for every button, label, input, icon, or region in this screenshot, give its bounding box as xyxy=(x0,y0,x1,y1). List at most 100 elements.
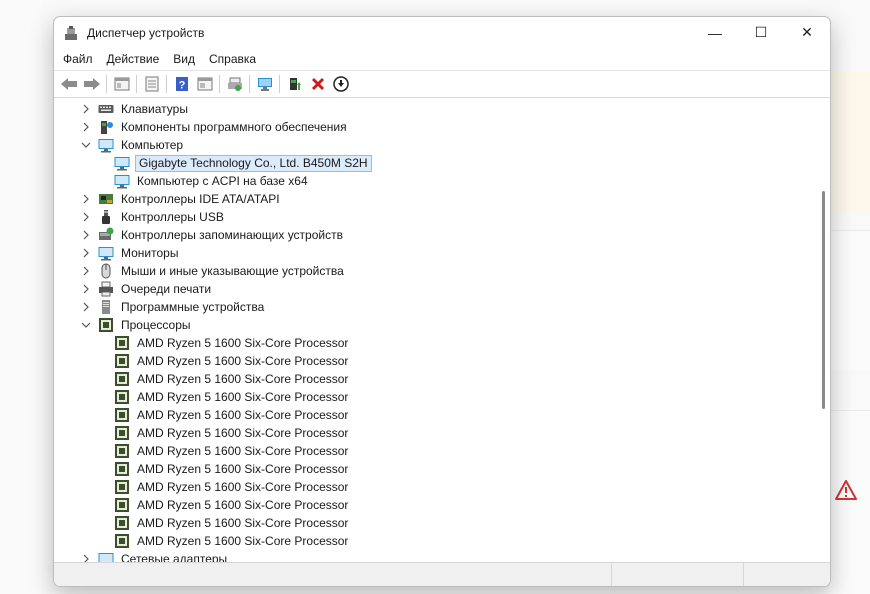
tree-category[interactable]: Мыши и иные указывающие устройства xyxy=(80,262,346,280)
tree-category[interactable]: Контроллеры запоминающих устройств xyxy=(80,226,345,244)
background-card xyxy=(828,230,870,370)
maximize-button[interactable]: ☐ xyxy=(738,17,784,48)
tree-category[interactable]: Контроллеры USB xyxy=(80,208,226,226)
tree-category[interactable]: Контроллеры IDE ATA/ATAPI xyxy=(80,190,282,208)
tree-category[interactable]: Компьютер xyxy=(80,136,185,154)
tree-item-label: AMD Ryzen 5 1600 Six-Core Processor xyxy=(137,372,349,386)
tree-item-label: Gigabyte Technology Co., Ltd. B450M S2H xyxy=(135,154,372,172)
chevron-right-icon[interactable] xyxy=(80,121,92,133)
scan-hardware-button[interactable] xyxy=(253,73,276,95)
view-icon xyxy=(197,77,212,91)
back-arrow-icon xyxy=(60,78,77,90)
print-icon xyxy=(227,77,242,91)
tree-device[interactable]: AMD Ryzen 5 1600 Six-Core Processor xyxy=(114,478,350,496)
processor-icon xyxy=(114,407,130,423)
tree-item-label: AMD Ryzen 5 1600 Six-Core Processor xyxy=(137,498,349,512)
tree-item-label: AMD Ryzen 5 1600 Six-Core Processor xyxy=(137,426,349,440)
tree-device[interactable]: AMD Ryzen 5 1600 Six-Core Processor xyxy=(114,370,350,388)
processor-icon xyxy=(114,389,130,405)
monitor-icon xyxy=(114,173,130,189)
tree-device[interactable]: AMD Ryzen 5 1600 Six-Core Processor xyxy=(114,406,350,424)
tree-device[interactable]: AMD Ryzen 5 1600 Six-Core Processor xyxy=(114,424,350,442)
status-cell xyxy=(54,563,612,586)
chevron-down-icon[interactable] xyxy=(80,319,92,331)
device-tree[interactable]: Клавиатуры Компоненты программного обеспе… xyxy=(54,99,816,564)
tree-device[interactable]: AMD Ryzen 5 1600 Six-Core Processor xyxy=(114,532,350,550)
device-manager-window: Диспетчер устройств — ☐ ✕ Файл Действие … xyxy=(53,16,831,587)
software-device-icon xyxy=(98,299,114,315)
tree-device[interactable]: AMD Ryzen 5 1600 Six-Core Processor xyxy=(114,460,350,478)
menu-bar: Файл Действие Вид Справка xyxy=(54,48,830,70)
svg-text:?: ? xyxy=(178,80,185,92)
device-manager-icon xyxy=(65,25,77,40)
disable-device-button[interactable] xyxy=(329,73,352,95)
processor-icon xyxy=(114,479,130,495)
tree-category[interactable]: Клавиатуры xyxy=(80,100,190,118)
tree-device[interactable]: AMD Ryzen 5 1600 Six-Core Processor xyxy=(114,334,350,352)
help-button[interactable]: ? xyxy=(170,73,193,95)
back-button[interactable] xyxy=(57,73,80,95)
chevron-right-icon[interactable] xyxy=(80,283,92,295)
tree-category[interactable]: Процессоры xyxy=(80,316,193,334)
keyboard-icon xyxy=(98,101,114,117)
tree-category[interactable]: Очереди печати xyxy=(80,280,213,298)
tree-item-label: Мониторы xyxy=(121,246,179,260)
software-component-icon xyxy=(98,119,114,135)
status-bar xyxy=(54,562,830,586)
tree-category[interactable]: Мониторы xyxy=(80,244,180,262)
title-bar[interactable]: Диспетчер устройств — ☐ ✕ xyxy=(54,17,830,48)
menu-help[interactable]: Справка xyxy=(202,48,263,70)
driver-details-button[interactable] xyxy=(140,73,163,95)
vertical-scrollbar[interactable] xyxy=(816,99,830,564)
minimize-button[interactable]: — xyxy=(692,17,738,48)
toolbar-separator xyxy=(279,75,280,93)
menu-action[interactable]: Действие xyxy=(100,48,167,70)
uninstall-device-button[interactable] xyxy=(306,73,329,95)
tree-item-label: Клавиатуры xyxy=(121,102,188,116)
background-card xyxy=(828,72,870,212)
chevron-right-icon[interactable] xyxy=(80,193,92,205)
forward-button[interactable] xyxy=(80,73,103,95)
chevron-right-icon[interactable] xyxy=(80,103,92,115)
chevron-right-icon[interactable] xyxy=(80,229,92,241)
print-button[interactable] xyxy=(223,73,246,95)
processor-icon xyxy=(114,425,130,441)
tree-item-label: Контроллеры USB xyxy=(121,210,224,224)
scan-hardware-icon xyxy=(257,78,272,91)
status-cell xyxy=(612,563,744,586)
tree-device[interactable]: AMD Ryzen 5 1600 Six-Core Processor xyxy=(114,442,350,460)
update-driver-button[interactable] xyxy=(283,73,306,95)
tree-device[interactable]: AMD Ryzen 5 1600 Six-Core Processor xyxy=(114,496,350,514)
tree-item-label: AMD Ryzen 5 1600 Six-Core Processor xyxy=(137,462,349,476)
menu-file[interactable]: Файл xyxy=(56,48,100,70)
tree-device[interactable]: AMD Ryzen 5 1600 Six-Core Processor xyxy=(114,388,350,406)
toolbar: ? xyxy=(54,70,830,98)
tree-device[interactable]: Компьютер с ACPI на базе x64 xyxy=(114,172,310,190)
properties-button[interactable] xyxy=(110,73,133,95)
processor-icon xyxy=(114,461,130,477)
driver-details-icon xyxy=(145,76,158,92)
close-button[interactable]: ✕ xyxy=(784,17,830,48)
tree-device[interactable]: AMD Ryzen 5 1600 Six-Core Processor xyxy=(114,514,350,532)
monitor-icon xyxy=(98,245,114,261)
printer-icon xyxy=(98,281,114,297)
chevron-right-icon[interactable] xyxy=(80,247,92,259)
minimize-icon: — xyxy=(708,24,722,41)
scrollbar-thumb[interactable] xyxy=(822,191,825,409)
view-button[interactable] xyxy=(193,73,216,95)
chevron-right-icon[interactable] xyxy=(80,265,92,277)
tree-item-label: Процессоры xyxy=(121,318,191,332)
tree-device[interactable]: Gigabyte Technology Co., Ltd. B450M S2H xyxy=(114,154,372,172)
tree-category[interactable]: Программные устройства xyxy=(80,298,266,316)
menu-view[interactable]: Вид xyxy=(166,48,202,70)
warning-icon xyxy=(835,480,857,500)
chevron-down-icon[interactable] xyxy=(80,139,92,151)
chevron-right-icon[interactable] xyxy=(80,211,92,223)
chevron-right-icon[interactable] xyxy=(80,301,92,313)
tree-device[interactable]: AMD Ryzen 5 1600 Six-Core Processor xyxy=(114,352,350,370)
tree-category[interactable]: Компоненты программного обеспечения xyxy=(80,118,349,136)
tree-item-label: Программные устройства xyxy=(121,300,265,314)
properties-icon xyxy=(114,77,129,91)
tree-item-label: Очереди печати xyxy=(121,282,212,296)
close-icon: ✕ xyxy=(801,24,813,40)
